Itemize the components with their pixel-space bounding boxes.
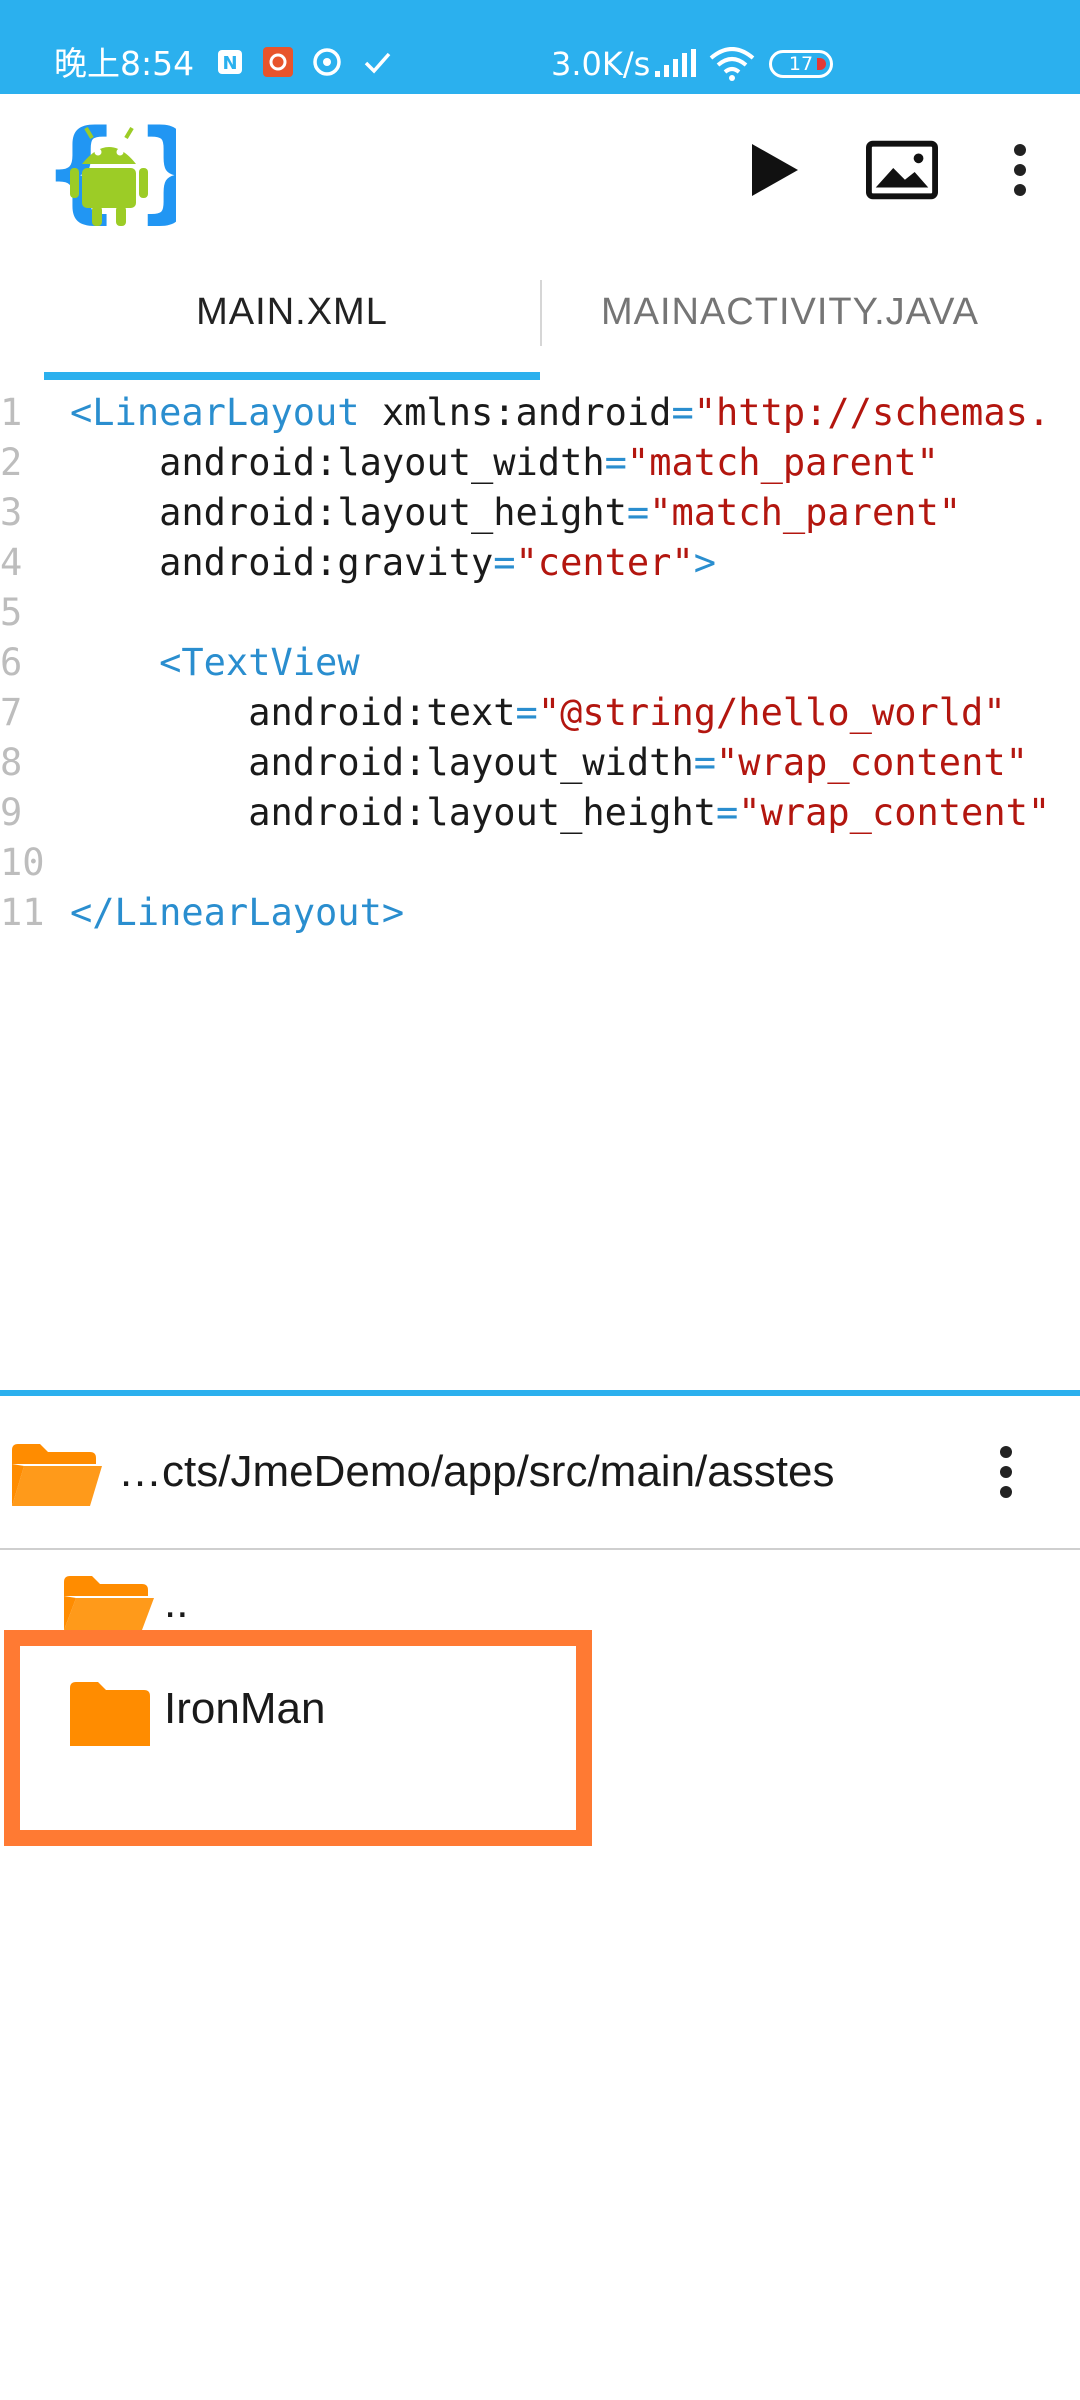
line-number: 7 [0, 691, 23, 734]
code-text: android:layout_width="match_parent" [70, 438, 939, 488]
status-bar: 晚上8:54 N 3.0K/s 17 [0, 0, 1080, 94]
app-toolbar: { } [0, 94, 1080, 244]
battery-indicator: 17 [769, 50, 833, 78]
code-token: "@string/hello_world" [537, 691, 1006, 734]
code-token: android:layout_height [248, 791, 717, 834]
line-number: 8 [0, 741, 23, 784]
code-token: = [604, 441, 627, 484]
code-editor[interactable]: 1 <LinearLayout xmlns:android="http://sch… [0, 380, 1080, 1390]
code-token: = [716, 791, 739, 834]
path-bar: …cts/JmeDemo/app/src/main/asstes [0, 1396, 1080, 1550]
list-item-parent-folder[interactable]: .. [0, 1548, 1080, 1630]
tab-main-xml[interactable]: MAIN.XML [44, 244, 540, 380]
folder-open-icon [10, 1442, 102, 1512]
code-token: "match_parent" [649, 491, 962, 534]
code-text: android:layout_height="match_parent" [70, 488, 961, 538]
notification-n-icon: N [214, 46, 246, 78]
code-token: = [671, 391, 694, 434]
code-token: "center" [515, 541, 694, 584]
code-text: android:layout_height="wrap_content" [70, 788, 1050, 838]
run-button[interactable] [738, 134, 810, 206]
list-item-ironman[interactable]: IronMan [0, 1640, 1080, 1780]
status-time: 晚上8:54 [54, 44, 195, 83]
tab-label: MAINACTIVITY.JAVA [600, 290, 980, 333]
line-number: 10 [0, 841, 45, 884]
code-text: </LinearLayout> [70, 888, 404, 938]
code-token: <TextView [159, 641, 360, 684]
signal-icon [653, 49, 697, 83]
android-logo-icon: { } [42, 106, 212, 234]
current-path: …cts/JmeDemo/app/src/main/asstes [118, 1447, 835, 1496]
code-token: = [693, 741, 717, 784]
code-token: android:layout_height [159, 491, 627, 534]
line-number: 1 [0, 391, 23, 434]
code-token: <LinearLayout [70, 391, 360, 434]
code-token: "match_parent" [626, 441, 939, 484]
check-icon [361, 46, 393, 78]
line-number: 9 [0, 791, 23, 834]
code-token: "wrap_content" [738, 791, 1051, 834]
code-text: android:gravity="center"> [70, 538, 716, 588]
tab-label: MAIN.XML [196, 290, 388, 333]
file-name: IronMan [164, 1684, 326, 1733]
tab-mainactivity-java[interactable]: MAINACTIVITY.JAVA [542, 244, 1038, 380]
code-token: android:layout_width [159, 441, 605, 484]
code-token: android:gravity [159, 541, 494, 584]
svg-text:N: N [222, 53, 237, 74]
code-text: android:layout_width="wrap_content" [70, 738, 1028, 788]
play-icon [752, 144, 798, 196]
code-token: > [693, 541, 717, 584]
app-notification-icon [262, 46, 294, 78]
path-overflow-menu-button[interactable] [976, 1436, 1036, 1508]
line-number: 11 [0, 891, 45, 934]
active-tab-indicator [44, 372, 540, 380]
battery-level: 17 [788, 53, 814, 75]
line-number: 6 [0, 641, 23, 684]
wifi-icon [709, 47, 755, 85]
line-number: 5 [0, 591, 23, 634]
more-vert-icon [1000, 1446, 1012, 1498]
folder-icon [70, 1682, 150, 1750]
file-tabs: MAIN.XML MAINACTIVITY.JAVA [0, 244, 1080, 380]
network-speed: 3.0K/s [551, 45, 651, 83]
code-token: android:text [248, 691, 516, 734]
line-number: 2 [0, 441, 23, 484]
line-number: 4 [0, 541, 23, 584]
line-number: 3 [0, 491, 23, 534]
code-text: <TextView [70, 638, 360, 688]
code-token: </LinearLayout> [70, 891, 405, 934]
code-token: "wrap_content" [716, 741, 1028, 784]
code-token: = [515, 691, 538, 734]
more-vert-icon [1014, 144, 1026, 196]
image-icon [866, 140, 938, 200]
code-token: xmlns:android [359, 391, 672, 434]
code-token: = [493, 541, 516, 584]
image-preview-button[interactable] [866, 134, 938, 206]
code-token: = [626, 491, 650, 534]
sync-icon [311, 46, 343, 78]
code-token: "http://schemas. [693, 391, 1051, 434]
folder-open-icon [62, 1574, 156, 1634]
overflow-menu-button[interactable] [984, 134, 1056, 206]
code-text: android:text="@string/hello_world" [70, 688, 1006, 738]
file-name: .. [164, 1578, 189, 1627]
code-token: android:layout_width [248, 741, 694, 784]
code-text: <LinearLayout xmlns:android="http://sche… [70, 388, 1050, 438]
